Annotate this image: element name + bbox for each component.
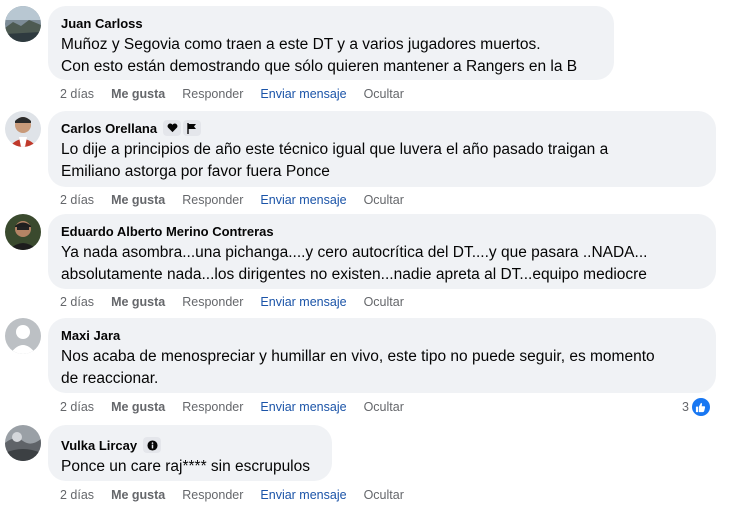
hide-button[interactable]: Ocultar [364,400,404,414]
send-message-button[interactable]: Enviar mensaje [260,488,346,502]
like-reaction-icon [690,397,711,417]
hide-button[interactable]: Ocultar [364,488,404,502]
like-button[interactable]: Me gusta [111,488,165,502]
commenter-name[interactable]: Maxi Jara [61,328,120,343]
commenter-name[interactable]: Vulka Lircay [61,438,137,453]
comment-actions: 2 días Me gusta Responder Enviar mensaje… [60,400,404,414]
comment-text: Ponce un care raj**** sin escrupulos [61,458,310,475]
comment-time[interactable]: 2 días [60,193,94,207]
comment-actions: 2 días Me gusta Responder Enviar mensaje… [60,87,404,101]
send-message-button[interactable]: Enviar mensaje [260,87,346,101]
comment-text: Nos acaba de menospreciar y humillar en … [61,348,655,387]
commenter-name[interactable]: Juan Carloss [61,16,143,31]
avatar[interactable] [5,6,41,42]
comment-time[interactable]: 2 días [60,400,94,414]
comment-bubble: Eduardo Alberto Merino Contreras Ya nada… [48,214,716,289]
avatar[interactable] [5,425,41,461]
comment-actions: 2 días Me gusta Responder Enviar mensaje… [60,488,404,502]
reply-button[interactable]: Responder [182,193,243,207]
commenter-name[interactable]: Carlos Orellana [61,121,157,136]
comment-bubble: Vulka Lircay Ponce un care raj**** sin e… [48,425,332,481]
hide-button[interactable]: Ocultar [364,193,404,207]
hide-button[interactable]: Ocultar [364,87,404,101]
like-button[interactable]: Me gusta [111,400,165,414]
reaction-summary[interactable]: 3 [682,397,711,417]
info-icon [143,437,162,453]
like-button[interactable]: Me gusta [111,295,165,309]
comment-time[interactable]: 2 días [60,295,94,309]
comment-text: Lo dije a principios de año este técnico… [61,141,609,180]
comment-actions: 2 días Me gusta Responder Enviar mensaje… [60,193,404,207]
reply-button[interactable]: Responder [182,87,243,101]
comment-bubble: Juan Carloss Muñoz y Segovia como traen … [48,6,614,80]
avatar[interactable] [5,214,41,250]
heart-handshake-icon [163,120,182,136]
like-button[interactable]: Me gusta [111,87,165,101]
comment-text: Muñoz y Segovia como traen a este DT y a… [61,36,578,75]
comment-time[interactable]: 2 días [60,87,94,101]
comment-actions: 2 días Me gusta Responder Enviar mensaje… [60,295,404,309]
like-button[interactable]: Me gusta [111,193,165,207]
flag-icon [183,120,202,136]
comment-bubble: Maxi Jara Nos acaba de menospreciar y hu… [48,318,716,393]
avatar[interactable] [5,111,41,147]
comment-time[interactable]: 2 días [60,488,94,502]
send-message-button[interactable]: Enviar mensaje [260,193,346,207]
send-message-button[interactable]: Enviar mensaje [260,295,346,309]
send-message-button[interactable]: Enviar mensaje [260,400,346,414]
reaction-count: 3 [682,400,689,414]
reply-button[interactable]: Responder [182,295,243,309]
avatar[interactable] [5,318,41,354]
commenter-name[interactable]: Eduardo Alberto Merino Contreras [61,224,274,239]
hide-button[interactable]: Ocultar [364,295,404,309]
comment-text: Ya nada asombra...una pichanga....y cero… [61,244,648,283]
reply-button[interactable]: Responder [182,400,243,414]
comment-bubble: Carlos Orellana Lo dije a principios de … [48,111,716,187]
reply-button[interactable]: Responder [182,488,243,502]
